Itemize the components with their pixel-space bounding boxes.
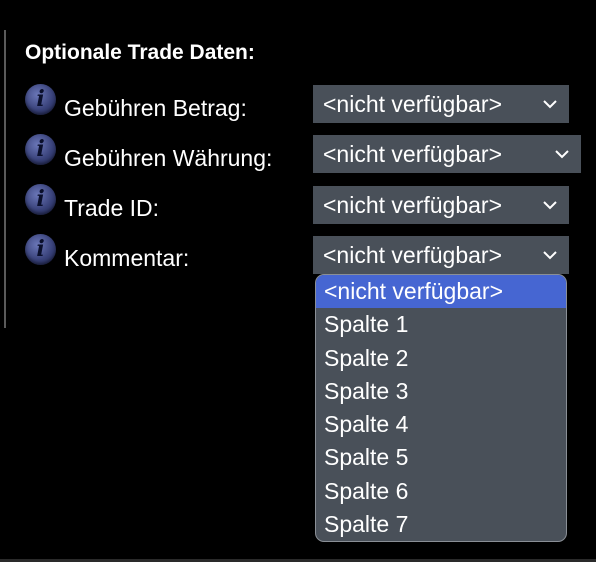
- info-icon[interactable]: i: [25, 84, 56, 115]
- dropdown-option[interactable]: <nicht verfügbar>: [316, 275, 566, 309]
- fee-currency-select[interactable]: <nicht verfügbar>: [313, 135, 581, 173]
- info-icon[interactable]: i: [25, 184, 56, 215]
- section-title: Optionale Trade Daten:: [25, 41, 255, 64]
- chevron-down-icon: [543, 251, 557, 260]
- info-icon[interactable]: i: [25, 134, 56, 165]
- dropdown-option[interactable]: Spalte 7: [316, 508, 566, 541]
- comment-dropdown-list[interactable]: <nicht verfügbar> Spalte 1 Spalte 2 Spal…: [315, 274, 567, 542]
- fee-amount-label: Gebühren Betrag:: [64, 95, 247, 121]
- chevron-down-icon: [543, 100, 557, 109]
- dropdown-option[interactable]: Spalte 5: [316, 441, 566, 474]
- optional-trade-data-panel: Optionale Trade Daten: i Gebühren Betrag…: [0, 0, 596, 562]
- fee-currency-label: Gebühren Währung:: [64, 145, 273, 171]
- dropdown-option[interactable]: Spalte 1: [316, 308, 566, 341]
- chevron-down-icon: [555, 150, 569, 159]
- fee-currency-select-value: <nicht verfügbar>: [323, 141, 503, 167]
- trade-id-label: Trade ID:: [64, 195, 160, 221]
- dropdown-option[interactable]: Spalte 6: [316, 475, 566, 508]
- dropdown-option[interactable]: Spalte 2: [316, 342, 566, 375]
- panel-left-border: [4, 30, 6, 328]
- dropdown-option[interactable]: Spalte 4: [316, 408, 566, 441]
- comment-select-value: <nicht verfügbar>: [323, 242, 503, 268]
- comment-label: Kommentar:: [64, 245, 190, 271]
- chevron-down-icon: [543, 201, 557, 210]
- comment-select[interactable]: <nicht verfügbar>: [313, 236, 569, 274]
- info-icon[interactable]: i: [25, 234, 56, 265]
- trade-id-select-value: <nicht verfügbar>: [323, 192, 503, 218]
- trade-id-select[interactable]: <nicht verfügbar>: [313, 186, 569, 224]
- fee-amount-select[interactable]: <nicht verfügbar>: [313, 85, 569, 123]
- fee-amount-select-value: <nicht verfügbar>: [323, 91, 503, 117]
- dropdown-option[interactable]: Spalte 3: [316, 375, 566, 408]
